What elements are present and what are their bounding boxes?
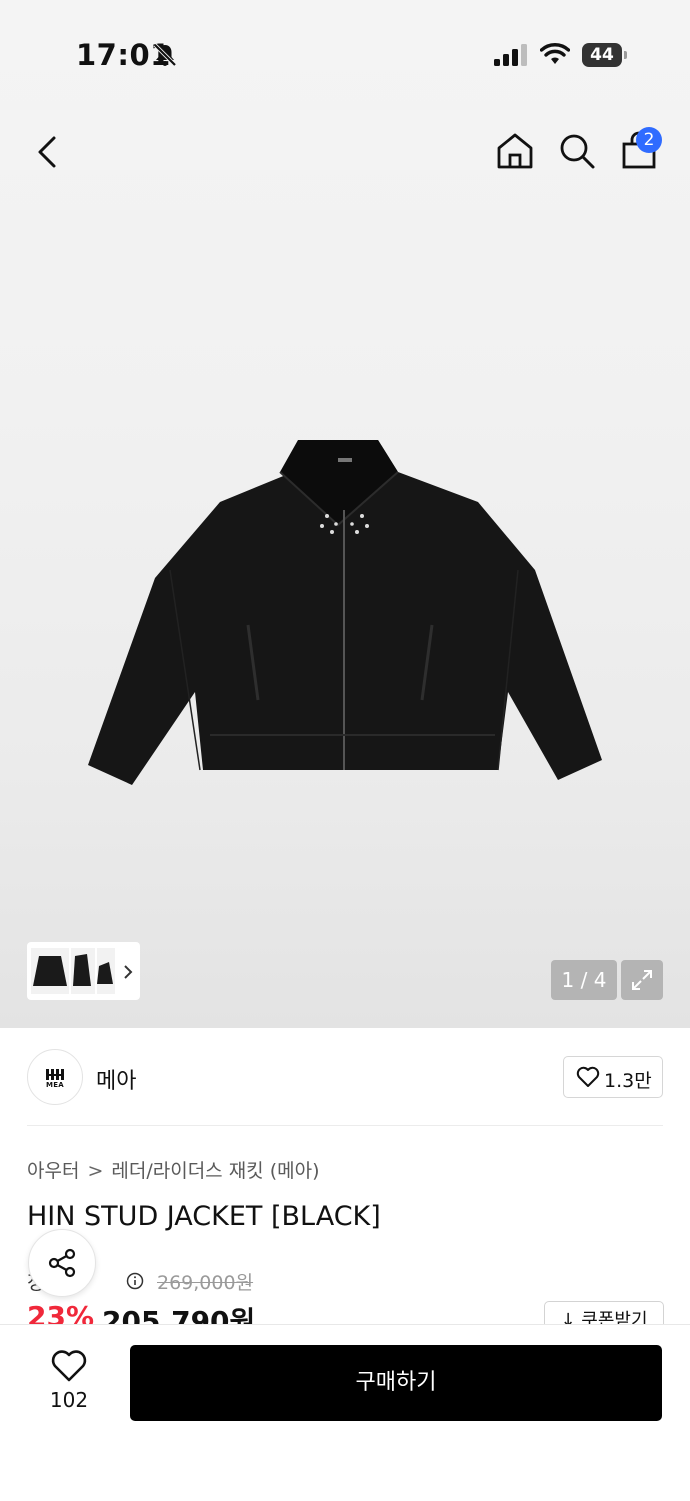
info-icon[interactable] (126, 1272, 144, 1290)
battery-icon: 44 (582, 43, 622, 67)
breadcrumb: 아우터 > 레더/라이더스 재킷 (메아) (27, 1156, 319, 1183)
share-button[interactable] (28, 1229, 96, 1297)
breadcrumb-item[interactable]: 레더/라이더스 재킷 (메아) (111, 1160, 319, 1182)
brand-name[interactable]: 메아 (96, 1063, 136, 1095)
breadcrumb-item[interactable]: 아우터 (27, 1160, 79, 1182)
page-indicator: 1 / 4 (551, 960, 617, 1000)
chevron-right-icon: > (87, 1160, 104, 1182)
brand-logo-mark (46, 1069, 64, 1080)
wish-count: 102 (49, 1388, 89, 1412)
back-icon[interactable] (30, 132, 66, 172)
heart-icon[interactable] (51, 1349, 87, 1383)
expand-button[interactable] (621, 960, 663, 1000)
brand-logo-text: MEA (45, 1081, 65, 1089)
brand-like-button[interactable]: 1.3만 (563, 1056, 663, 1098)
brand-like-count: 1.3만 (604, 1070, 652, 1092)
expand-icon (632, 970, 652, 990)
cart-count-badge: 2 (636, 127, 662, 153)
battery-tip (624, 51, 627, 59)
original-price: 269,000원 (157, 1272, 254, 1294)
signal-icon (494, 44, 527, 66)
product-title: HIN STUD JACKET [BLACK] (27, 1201, 381, 1232)
home-icon[interactable] (494, 130, 536, 172)
bell-slash-icon (153, 43, 177, 67)
heart-icon (576, 1066, 600, 1087)
divider (27, 1125, 663, 1126)
buy-button[interactable]: 구매하기 (130, 1345, 662, 1421)
wifi-icon (540, 43, 570, 64)
product-image (88, 440, 602, 785)
brand-logo[interactable]: MEA (27, 1049, 83, 1105)
search-icon[interactable] (556, 130, 598, 172)
share-icon (48, 1248, 76, 1278)
chevron-right-icon[interactable] (120, 962, 136, 982)
